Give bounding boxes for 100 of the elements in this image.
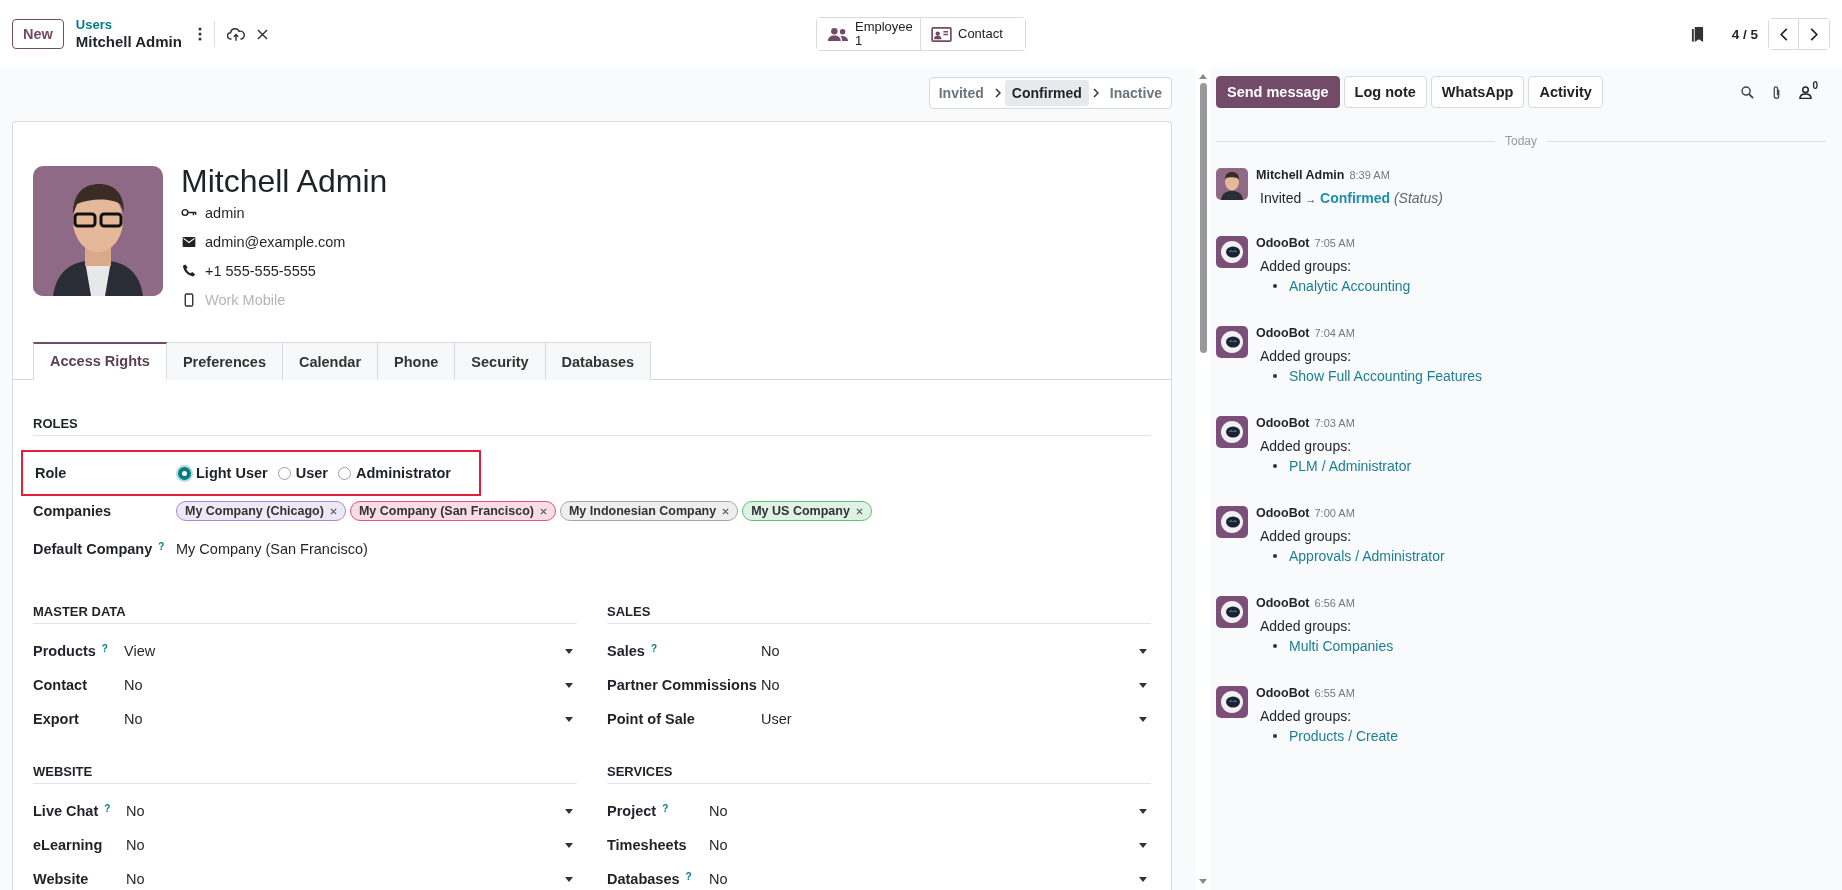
login-field[interactable]: admin (205, 204, 245, 221)
email-field[interactable]: admin@example.com (205, 233, 346, 250)
bot-avatar[interactable] (1216, 596, 1248, 628)
message-text: Added groups: (1260, 348, 1353, 364)
select-field[interactable]: No (709, 832, 1151, 858)
user-name[interactable]: Mitchell Admin (181, 164, 388, 198)
group-link[interactable]: Approvals / Administrator (1289, 548, 1445, 564)
company-tag[interactable]: My Company (San Francisco) (349, 501, 556, 521)
remove-icon[interactable] (722, 507, 730, 515)
status-step[interactable]: Inactive (1102, 80, 1169, 106)
help-mark[interactable]: ? (685, 871, 692, 887)
chatter-button[interactable]: Log note (1343, 76, 1427, 108)
group-link[interactable]: PLM / Administrator (1289, 458, 1412, 474)
caret-icon (1139, 682, 1147, 688)
field-value[interactable]: My Company (San Francisco) (176, 541, 368, 557)
message-author: OdooBot (1256, 326, 1310, 340)
cloud-upload-icon[interactable] (226, 26, 245, 42)
select-field[interactable]: No (126, 866, 577, 890)
select-field[interactable]: No (124, 706, 577, 732)
bot-avatar[interactable] (1216, 686, 1248, 718)
bot-avatar[interactable] (1216, 416, 1248, 448)
select-field[interactable]: View (124, 638, 577, 664)
tab[interactable]: Calendar (282, 342, 379, 380)
message-author: Mitchell Admin (1256, 168, 1345, 182)
select-field[interactable]: No (124, 672, 577, 698)
select-field[interactable]: No (126, 798, 577, 824)
phone-field[interactable]: +1 555-555-5555 (205, 262, 316, 279)
chatter-button[interactable]: Send message (1216, 76, 1340, 108)
select-field[interactable]: No (709, 798, 1151, 824)
search-icon[interactable] (1741, 85, 1755, 99)
company-tag[interactable]: My Company (Chicago) (176, 501, 346, 521)
tab[interactable]: Phone (378, 342, 456, 380)
phone-icon (181, 264, 197, 277)
radio-option[interactable]: Light User (178, 465, 268, 481)
field-label: Export (33, 711, 79, 727)
caret-icon (565, 876, 573, 882)
tab[interactable]: Databases (545, 342, 652, 380)
contact-card-icon (931, 26, 952, 42)
field-label: Companies (33, 503, 113, 519)
help-mark[interactable]: ? (662, 803, 669, 819)
more-options-icon[interactable] (197, 27, 202, 41)
message-author: OdooBot (1256, 596, 1310, 610)
chatter-button[interactable]: Activity (1528, 76, 1603, 108)
status-step[interactable]: Invited (931, 80, 991, 106)
message-author: OdooBot (1256, 236, 1310, 250)
bookmark-icon[interactable] (1690, 25, 1704, 43)
scrollbar-thumb[interactable] (1199, 83, 1207, 353)
new-button[interactable]: New (12, 19, 64, 49)
remove-icon[interactable] (329, 507, 337, 515)
help-mark[interactable]: ? (650, 643, 657, 659)
radio-option[interactable]: Administrator (337, 465, 452, 481)
breadcrumb-link[interactable]: Users (75, 17, 182, 33)
group-link[interactable]: Multi Companies (1289, 638, 1394, 654)
bot-avatar[interactable] (1216, 326, 1248, 358)
people-icon (827, 26, 849, 42)
tracking-text: Invited → Confirmed (Status) (1260, 190, 1443, 206)
section-title: SERVICES (607, 764, 1151, 784)
company-tag[interactable]: My US Company (742, 501, 872, 521)
help-mark[interactable]: ? (158, 541, 165, 552)
remove-icon[interactable] (539, 507, 547, 515)
key-icon (181, 208, 197, 217)
close-icon[interactable] (256, 28, 268, 40)
message-time: 7:05 AM (1314, 237, 1355, 249)
smart-button[interactable]: Employee 1 (817, 18, 921, 50)
section-title: ROLES (33, 416, 1151, 436)
paperclip-icon[interactable] (1772, 84, 1782, 100)
bot-avatar[interactable] (1216, 236, 1248, 268)
caret-icon (565, 808, 573, 814)
group-link[interactable]: Products / Create (1289, 728, 1398, 744)
help-mark[interactable]: ? (101, 643, 108, 659)
field-label: Live Chat (33, 803, 99, 819)
previous-button[interactable] (1769, 19, 1799, 49)
select-field[interactable]: User (761, 706, 1151, 732)
chatter-button[interactable]: WhatsApp (1430, 76, 1525, 108)
select-field[interactable]: No (709, 866, 1151, 890)
scroll-up-icon[interactable] (1199, 74, 1207, 79)
status-step[interactable]: Confirmed (1004, 80, 1089, 106)
tab[interactable]: Access Rights (33, 342, 167, 380)
person-icon[interactable] (1799, 85, 1813, 99)
tab[interactable]: Security (455, 342, 546, 380)
scroll-down-icon[interactable] (1199, 879, 1207, 884)
message-time: 7:04 AM (1314, 327, 1355, 339)
remove-icon[interactable] (855, 507, 863, 515)
company-tag[interactable]: My Indonesian Company (559, 501, 739, 521)
mobile-field[interactable]: Work Mobile (205, 291, 365, 308)
radio-option[interactable]: User (277, 465, 328, 481)
group-link[interactable]: Show Full Accounting Features (1289, 368, 1482, 384)
pager-value[interactable]: 4 / 5 (1731, 26, 1758, 42)
select-field[interactable]: No (126, 832, 577, 858)
group-link[interactable]: Analytic Accounting (1289, 278, 1411, 294)
message-time: 7:03 AM (1314, 417, 1355, 429)
help-mark[interactable]: ? (104, 803, 111, 819)
select-field[interactable]: No (761, 672, 1151, 698)
field-label: Timesheets (607, 837, 687, 853)
user-avatar[interactable] (1216, 168, 1248, 200)
message-text: Added groups: (1260, 438, 1353, 454)
tab[interactable]: Preferences (166, 342, 283, 380)
field-label: Sales (607, 643, 645, 659)
bot-avatar[interactable] (1216, 506, 1248, 538)
select-field[interactable]: No (761, 638, 1151, 664)
